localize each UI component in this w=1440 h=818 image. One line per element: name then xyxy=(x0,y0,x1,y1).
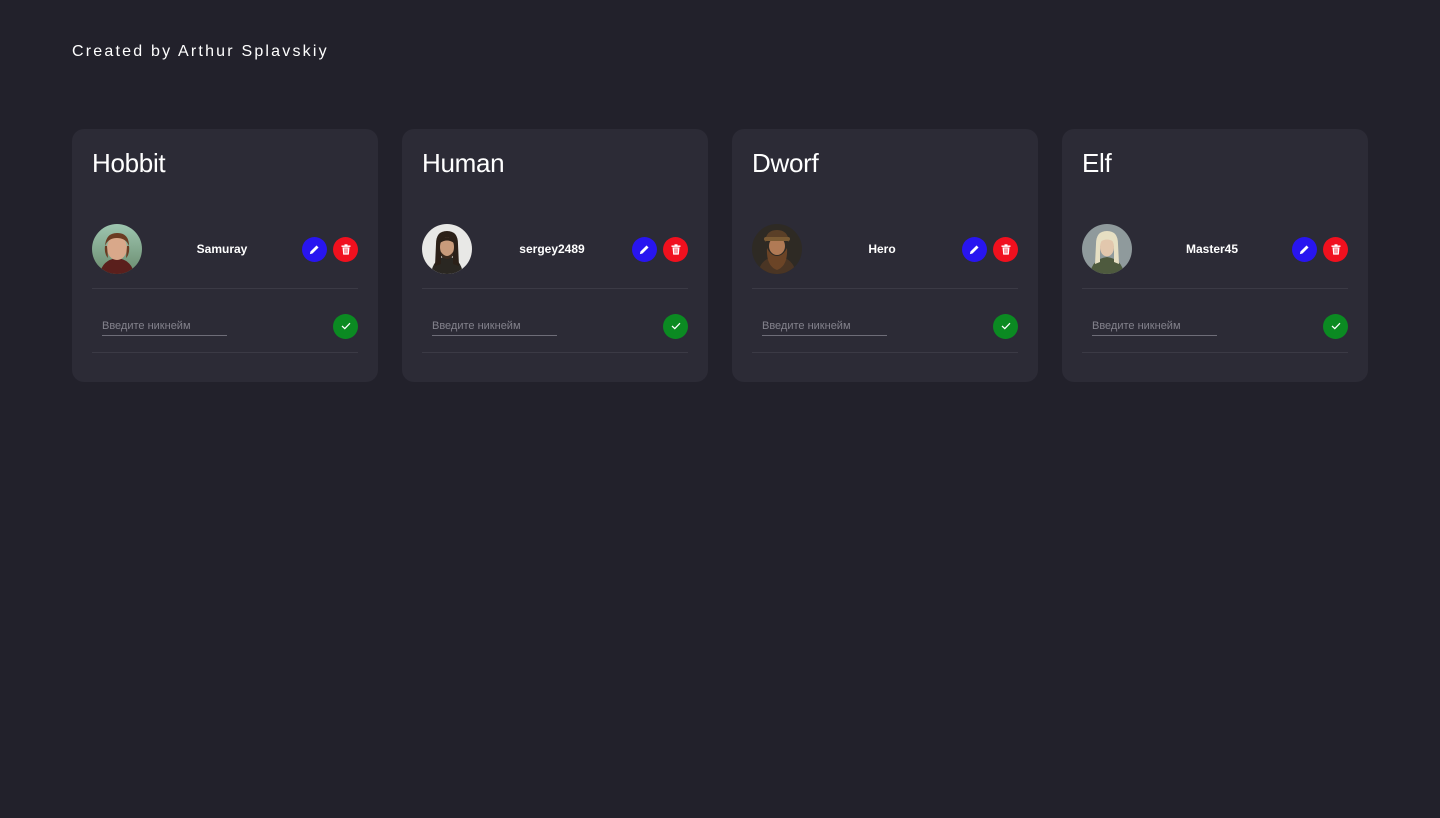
author-credit: Created by Arthur Splavskiy xyxy=(72,43,329,60)
check-icon xyxy=(1001,322,1010,330)
pencil-icon xyxy=(969,244,979,254)
race-cards: Hobbit Samuray Введите никнейм Human ser… xyxy=(72,129,1368,382)
edit-button[interactable] xyxy=(962,236,987,262)
user-row: Master45 xyxy=(1082,224,1348,274)
nickname: Master45 xyxy=(1185,242,1239,256)
confirm-button[interactable] xyxy=(1323,313,1348,339)
trash-icon xyxy=(1331,243,1340,255)
user-row: sergey2489 xyxy=(422,224,688,274)
nickname-input[interactable] xyxy=(102,316,227,336)
user-row: Samuray xyxy=(92,224,358,274)
card-title: Dworf xyxy=(752,148,819,178)
pencil-icon xyxy=(1299,244,1309,254)
nickname-form xyxy=(422,313,688,339)
divider xyxy=(752,352,1018,353)
delete-button[interactable] xyxy=(1323,236,1348,262)
check-icon xyxy=(671,322,680,330)
nickname-form xyxy=(752,313,1018,339)
card-title: Elf xyxy=(1082,148,1112,178)
card-title: Human xyxy=(422,148,505,178)
delete-button[interactable] xyxy=(333,236,358,262)
page: Created by Arthur Splavskiy Hobbit Samur… xyxy=(0,0,1440,818)
delete-button[interactable] xyxy=(993,236,1018,262)
pencil-icon xyxy=(309,244,319,254)
divider xyxy=(92,288,358,289)
edit-button[interactable] xyxy=(632,236,657,262)
nickname: Hero xyxy=(868,242,896,256)
nickname: sergey2489 xyxy=(519,242,585,256)
avatar xyxy=(752,224,802,274)
trash-icon xyxy=(1001,243,1010,255)
race-card-elf: Elf Master45 xyxy=(1062,129,1368,382)
divider xyxy=(1082,288,1348,289)
avatar xyxy=(422,224,472,274)
confirm-button[interactable] xyxy=(333,313,358,339)
divider xyxy=(422,352,688,353)
edit-button[interactable] xyxy=(1292,236,1317,262)
race-card-dworf: Dworf Hero xyxy=(732,129,1038,382)
nickname-input[interactable] xyxy=(1092,316,1217,336)
avatar xyxy=(1082,224,1132,274)
nickname-input[interactable] xyxy=(432,316,557,336)
nickname: Samuray xyxy=(196,242,248,256)
nickname-input[interactable] xyxy=(762,316,887,336)
confirm-button[interactable] xyxy=(663,313,688,339)
user-row: Hero xyxy=(752,224,1018,274)
divider xyxy=(752,288,1018,289)
race-card-hobbit: Hobbit Samuray Введите никнейм xyxy=(72,129,378,382)
race-card-human: Human sergey2489 xyxy=(402,129,708,382)
check-icon xyxy=(1331,322,1340,330)
divider xyxy=(422,288,688,289)
divider xyxy=(1082,352,1348,353)
edit-button[interactable] xyxy=(302,236,327,262)
card-title: Hobbit xyxy=(92,148,166,178)
avatar xyxy=(92,224,142,274)
check-icon xyxy=(341,322,350,330)
confirm-button[interactable] xyxy=(993,313,1018,339)
divider xyxy=(92,352,358,353)
nickname-form xyxy=(1082,313,1348,339)
trash-icon xyxy=(341,243,350,255)
trash-icon xyxy=(671,243,680,255)
delete-button[interactable] xyxy=(663,236,688,262)
nickname-form xyxy=(92,313,358,339)
pencil-icon xyxy=(639,244,649,254)
